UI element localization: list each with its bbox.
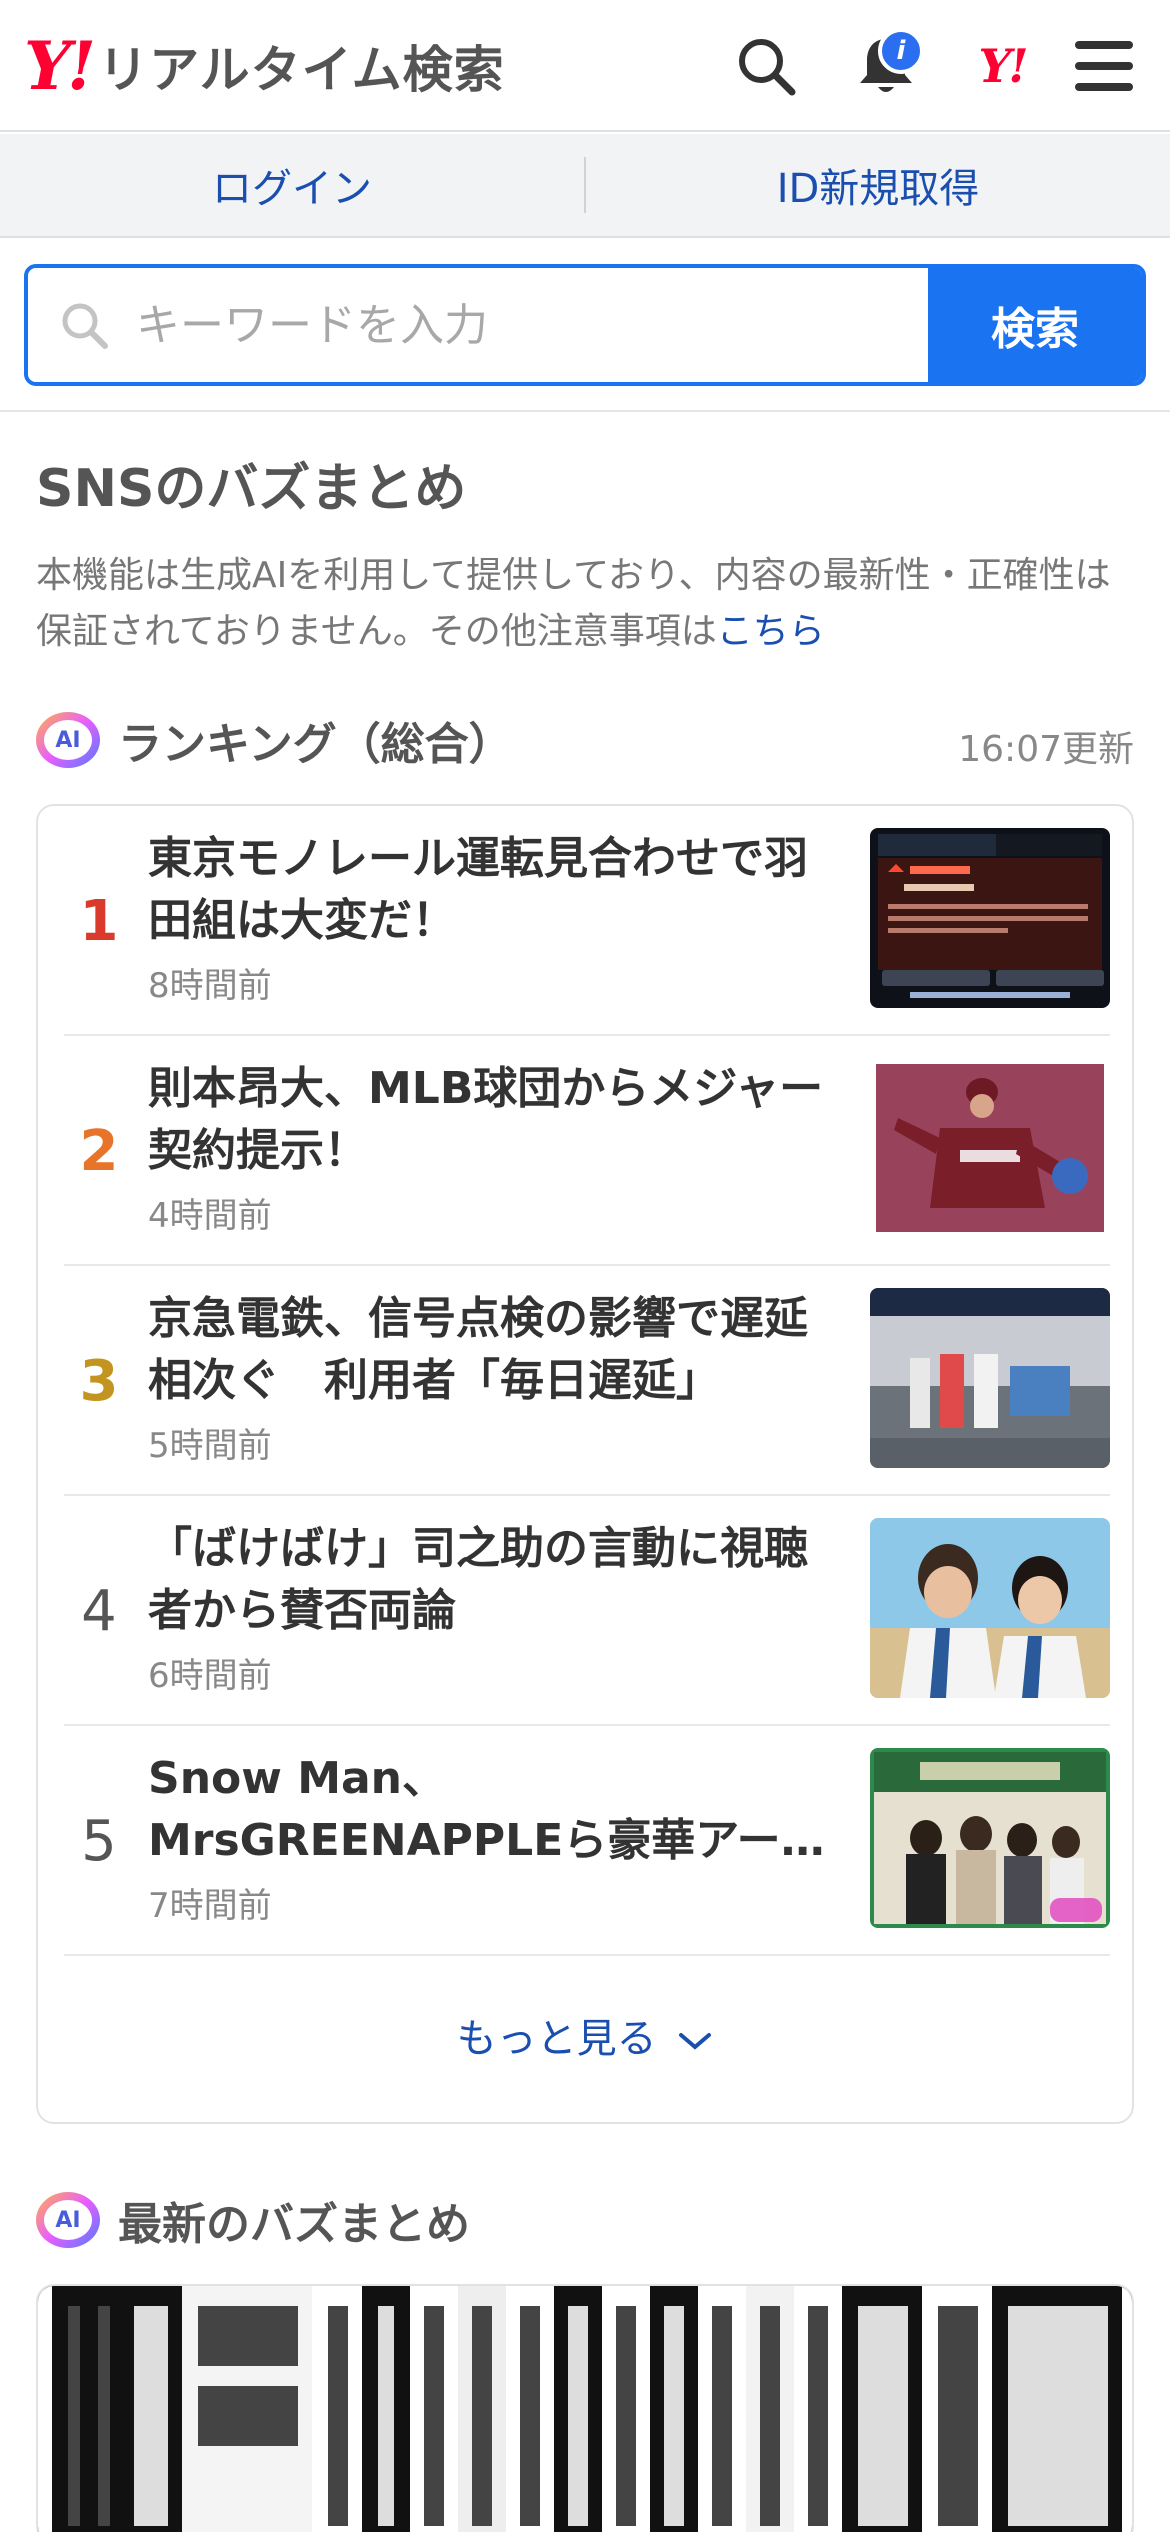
rank-title: 則本昂大、MLB球団からメジャー契約提示！ (148, 1063, 824, 1176)
app-header: Y! リアルタイム検索 i Y! (0, 0, 1170, 132)
ranking-header: AI ランキング（総合） (36, 708, 513, 772)
ai-notice-text: 本機能は生成AIを利用して提供しており、内容の最新性・正確性は保証されておりませ… (36, 555, 1111, 652)
search-input[interactable] (136, 299, 836, 351)
rank-number: 4 (81, 1578, 117, 1644)
rank-number: 5 (81, 1808, 117, 1874)
search-field[interactable] (28, 268, 928, 382)
rank-number: 2 (79, 1118, 119, 1184)
rank-title: Snow Man、MrsGREENAPPLEら豪華アー… (148, 1753, 825, 1866)
ranking-item[interactable]: 2 則本昂大、MLB球団からメジャー契約提示！ 4時間前 (64, 1036, 1110, 1266)
more-label: もっと見る (456, 2016, 657, 2062)
section-divider (0, 410, 1170, 412)
rank-time: 5時間前 (148, 1426, 272, 1466)
ranking-item[interactable]: 3 京急電鉄、信号点検の影響で遅延相次ぐ 利用者「毎日遅延」 5時間前 (64, 1266, 1110, 1496)
ranking-card: 1 東京モノレール運転見合わせで羽田組は大変だ！ 8時間前 2 則本昂大、MLB… (36, 804, 1134, 2124)
rank-title: 東京モノレール運転見合わせで羽田組は大変だ！ (148, 833, 808, 946)
yahoo-japan-icon[interactable]: Y! (966, 30, 1038, 102)
yahoo-logo-mark: Y! (24, 27, 96, 105)
notification-bell-icon[interactable]: i (850, 28, 924, 102)
thumbnail-image (870, 1058, 1110, 1238)
updated-time: 16:07更新 (958, 729, 1134, 770)
notification-badge: i (878, 28, 924, 74)
yj-mark: Y! (978, 39, 1028, 93)
rank-time: 4時間前 (148, 1196, 272, 1236)
logo-title: リアルタイム検索 (98, 41, 505, 99)
rank-number: 1 (79, 888, 119, 954)
login-bar: ログイン ID新規取得 (0, 134, 1170, 238)
search-icon[interactable] (730, 30, 802, 102)
search-field-icon (62, 303, 108, 349)
search-box: 検索 (24, 264, 1146, 386)
chevron-down-icon (679, 2033, 712, 2050)
rank-time: 8時間前 (148, 966, 272, 1006)
ai-badge-icon: AI (36, 712, 100, 768)
rank-title: 「ばけばけ」司之助の言動に視聴者から賛否両論 (148, 1523, 808, 1636)
more-button[interactable]: もっと見る (38, 2006, 1132, 2064)
thumbnail-image (870, 1288, 1110, 1468)
rank-title: 京急電鉄、信号点検の影響で遅延相次ぐ 利用者「毎日遅延」 (148, 1293, 808, 1406)
rank-time: 7時間前 (148, 1886, 272, 1926)
thumbnail-image (870, 1518, 1110, 1698)
register-link[interactable]: ID新規取得 (586, 156, 1170, 214)
ranking-item[interactable]: 5 Snow Man、MrsGREENAPPLEら豪華アー… 7時間前 (64, 1726, 1110, 1956)
thumbnail-image (870, 1748, 1110, 1928)
thumbnail-image (870, 828, 1110, 1008)
ranking-item[interactable]: 1 東京モノレール運転見合わせで羽田組は大変だ！ 8時間前 (64, 806, 1110, 1036)
ranking-title: ランキング（総合） (118, 719, 513, 770)
section-title: SNSのバズまとめ (36, 459, 467, 519)
magazine-cover-image (38, 2286, 1132, 2532)
latest-header: AI 最新のバズまとめ (36, 2188, 470, 2252)
ai-badge-label: AI (44, 2200, 92, 2240)
hamburger-menu-icon[interactable] (1068, 30, 1140, 102)
latest-title: 最新のバズまとめ (118, 2199, 470, 2250)
ranking-item[interactable]: 4 「ばけばけ」司之助の言動に視聴者から賛否両論 6時間前 (64, 1496, 1110, 1726)
latest-buzz-image[interactable] (36, 2284, 1134, 2532)
ai-badge-label: AI (44, 720, 92, 760)
ai-badge-icon: AI (36, 2192, 100, 2248)
yahoo-realtime-logo[interactable]: Y! リアルタイム検索 (24, 30, 505, 102)
ai-notice: 本機能は生成AIを利用して提供しており、内容の最新性・正確性は保証されておりませ… (36, 548, 1136, 660)
notice-link[interactable]: こちら (717, 611, 825, 652)
search-button[interactable]: 検索 (928, 268, 1142, 382)
login-link[interactable]: ログイン (0, 156, 584, 214)
rank-time: 6時間前 (148, 1656, 272, 1696)
rank-number: 3 (79, 1348, 119, 1414)
